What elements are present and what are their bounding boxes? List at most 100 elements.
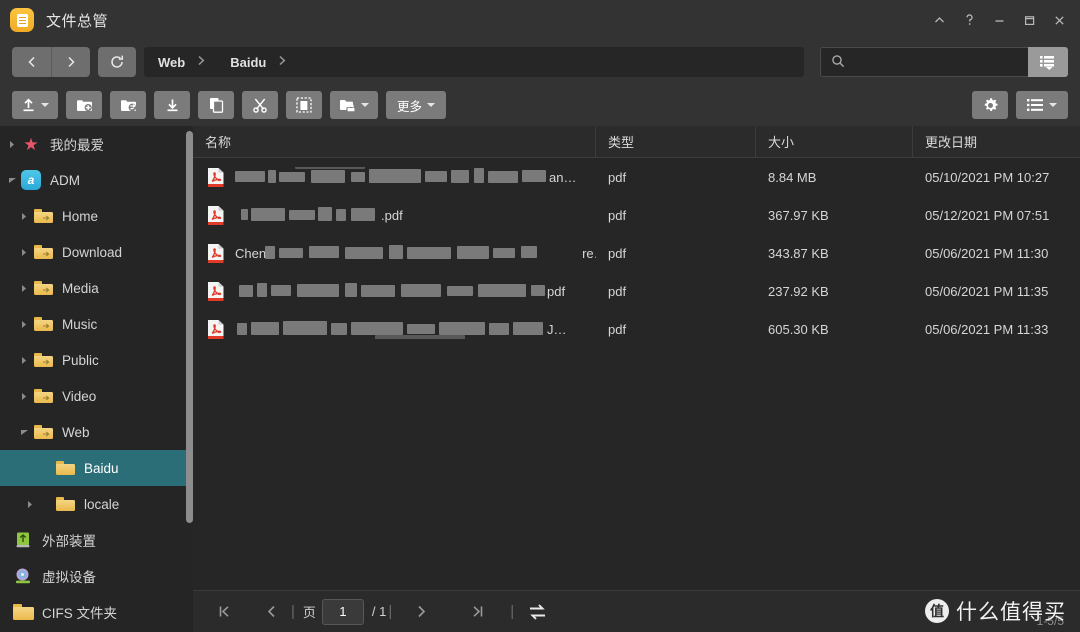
page-number-input[interactable] <box>321 598 364 625</box>
pagination-status-bar: | 页 / 1 | | 1-5/5 值 什么值得买 <box>193 590 1080 632</box>
usb-icon <box>12 531 34 549</box>
paste-button[interactable] <box>286 91 322 119</box>
sidebar-item-cifs-folder[interactable]: CIFS 文件夹 <box>0 594 186 630</box>
sidebar-item-label: 我的最爱 <box>50 138 104 153</box>
column-header-modified[interactable]: 更改日期 <box>913 126 1080 157</box>
table-row[interactable]: J… pdf 605.30 KB 05/06/2021 PM 11:33 <box>193 310 1080 348</box>
file-name-redacted: J… <box>235 319 596 339</box>
file-name-text: re… <box>582 245 596 261</box>
chevron-down-icon[interactable] <box>4 176 20 184</box>
breadcrumb-item-0[interactable]: Web <box>158 55 185 70</box>
forward-button[interactable] <box>51 47 90 77</box>
sidebar-item-external-devices[interactable]: 外部装置 <box>0 522 186 558</box>
file-type-cell: pdf <box>608 245 627 261</box>
file-name-prefix: Chen <box>235 245 267 261</box>
search-area <box>820 47 1068 77</box>
last-page-button[interactable] <box>460 598 494 626</box>
sidebar-item-locale[interactable]: locale <box>0 486 186 522</box>
sidebar-item-music[interactable]: Music <box>0 306 186 342</box>
copy-button[interactable] <box>198 91 234 119</box>
maximize-button[interactable] <box>1014 5 1044 35</box>
window-title: 文件总管 <box>46 12 109 30</box>
chevron-right-icon[interactable] <box>16 356 32 365</box>
collapse-ribbon-button[interactable] <box>924 5 954 35</box>
file-name-cell[interactable]: J… <box>193 319 596 340</box>
sidebar-item-label: Public <box>62 352 99 368</box>
sidebar-item-adm[interactable]: a ADM <box>0 162 186 198</box>
item-range-label: 1-5/5 <box>1036 614 1064 628</box>
title-bar: 文件总管 <box>0 0 1080 40</box>
close-button[interactable] <box>1044 5 1074 35</box>
upload-button[interactable] <box>12 91 58 119</box>
chevron-right-icon[interactable] <box>16 212 32 221</box>
file-type-cell: pdf <box>608 207 627 223</box>
minimize-button[interactable] <box>984 5 1014 35</box>
sidebar-item-label: Music <box>62 316 98 332</box>
next-page-button[interactable] <box>404 598 438 626</box>
watermark-badge: 值 <box>925 599 949 623</box>
table-row[interactable]: an… pdf 8.84 MB 05/10/2021 PM 10:27 <box>193 158 1080 196</box>
search-box[interactable] <box>820 47 1028 77</box>
file-type-cell: pdf <box>608 283 627 299</box>
sidebar-item-download[interactable]: Download <box>0 234 186 270</box>
refresh-button[interactable] <box>98 47 136 77</box>
chevron-right-icon[interactable] <box>4 140 20 149</box>
sidebar-item-media[interactable]: Media <box>0 270 186 306</box>
help-button[interactable] <box>954 5 984 35</box>
view-mode-button[interactable] <box>1016 91 1068 119</box>
settings-button[interactable] <box>972 91 1008 119</box>
breadcrumb[interactable]: Web Baidu <box>144 47 804 77</box>
file-name-cell[interactable]: Chen re <box>193 243 596 264</box>
sidebar-item-baidu[interactable]: Baidu <box>0 450 186 486</box>
adm-icon: a <box>20 170 42 190</box>
file-name-cell[interactable]: pdf <box>193 281 596 302</box>
sync-refresh-button[interactable] <box>528 603 547 621</box>
file-size-cell: 605.30 KB <box>768 321 829 337</box>
page-total-label: / 1 <box>371 604 387 619</box>
pdf-icon <box>207 205 225 226</box>
chevron-right-icon <box>197 55 206 69</box>
file-modified-cell: 05/06/2021 PM 11:30 <box>925 245 1049 261</box>
folder-icon <box>32 389 54 403</box>
sidebar-item-virtual-devices[interactable]: 虚拟设备 <box>0 558 186 594</box>
file-modified-cell: 05/06/2021 PM 11:33 <box>925 321 1049 337</box>
chevron-right-icon[interactable] <box>16 392 32 401</box>
sidebar-item-video[interactable]: Video <box>0 378 186 414</box>
sidebar: ★ 我的最爱 a ADM Home Download Media Music P… <box>0 126 193 632</box>
table-row[interactable]: .pdf pdf 367.97 KB 05/12/2021 PM 07:51 <box>193 196 1080 234</box>
sidebar-item-home[interactable]: Home <box>0 198 186 234</box>
sidebar-item-public[interactable]: Public <box>0 342 186 378</box>
new-shared-folder-button[interactable] <box>110 91 146 119</box>
chevron-right-icon[interactable] <box>22 500 38 509</box>
cut-button[interactable] <box>242 91 278 119</box>
sidebar-item-web[interactable]: Web <box>0 414 186 450</box>
column-header-size[interactable]: 大小 <box>756 126 913 157</box>
table-row[interactable]: Chen re pdf 343.87 KB 05/06/2021 PM 11:3… <box>193 234 1080 272</box>
chevron-right-icon[interactable] <box>16 284 32 293</box>
sidebar-scrollbar[interactable] <box>186 131 193 523</box>
file-name-cell[interactable]: .pdf <box>193 205 596 226</box>
pdf-icon <box>207 281 225 302</box>
chevron-down-icon[interactable] <box>16 428 32 436</box>
sidebar-tree: ★ 我的最爱 a ADM Home Download Media Music P… <box>0 126 186 632</box>
chevron-right-icon[interactable] <box>16 320 32 329</box>
table-row[interactable]: pdf pdf 237.92 KB 05/06/2021 PM 11:35 <box>193 272 1080 310</box>
column-header-type[interactable]: 类型 <box>596 126 756 157</box>
sidebar-item-favorites[interactable]: ★ 我的最爱 <box>0 126 186 162</box>
prev-page-button[interactable] <box>255 598 289 626</box>
more-button[interactable]: 更多 <box>386 91 447 119</box>
sidebar-item-label: 外部装置 <box>42 534 96 549</box>
column-header-name[interactable]: 名称 <box>193 126 596 157</box>
back-button[interactable] <box>12 47 51 77</box>
search-filter-button[interactable] <box>1028 47 1068 77</box>
download-button[interactable] <box>154 91 190 119</box>
folder-icon <box>54 461 76 475</box>
new-folder-button[interactable] <box>66 91 102 119</box>
file-name-cell[interactable]: an… <box>193 167 596 188</box>
search-input[interactable] <box>853 55 1018 69</box>
first-page-button[interactable] <box>207 598 241 626</box>
pdf-icon <box>207 319 225 340</box>
share-button[interactable] <box>330 91 378 119</box>
chevron-right-icon[interactable] <box>16 248 32 257</box>
breadcrumb-item-1[interactable]: Baidu <box>230 55 266 70</box>
